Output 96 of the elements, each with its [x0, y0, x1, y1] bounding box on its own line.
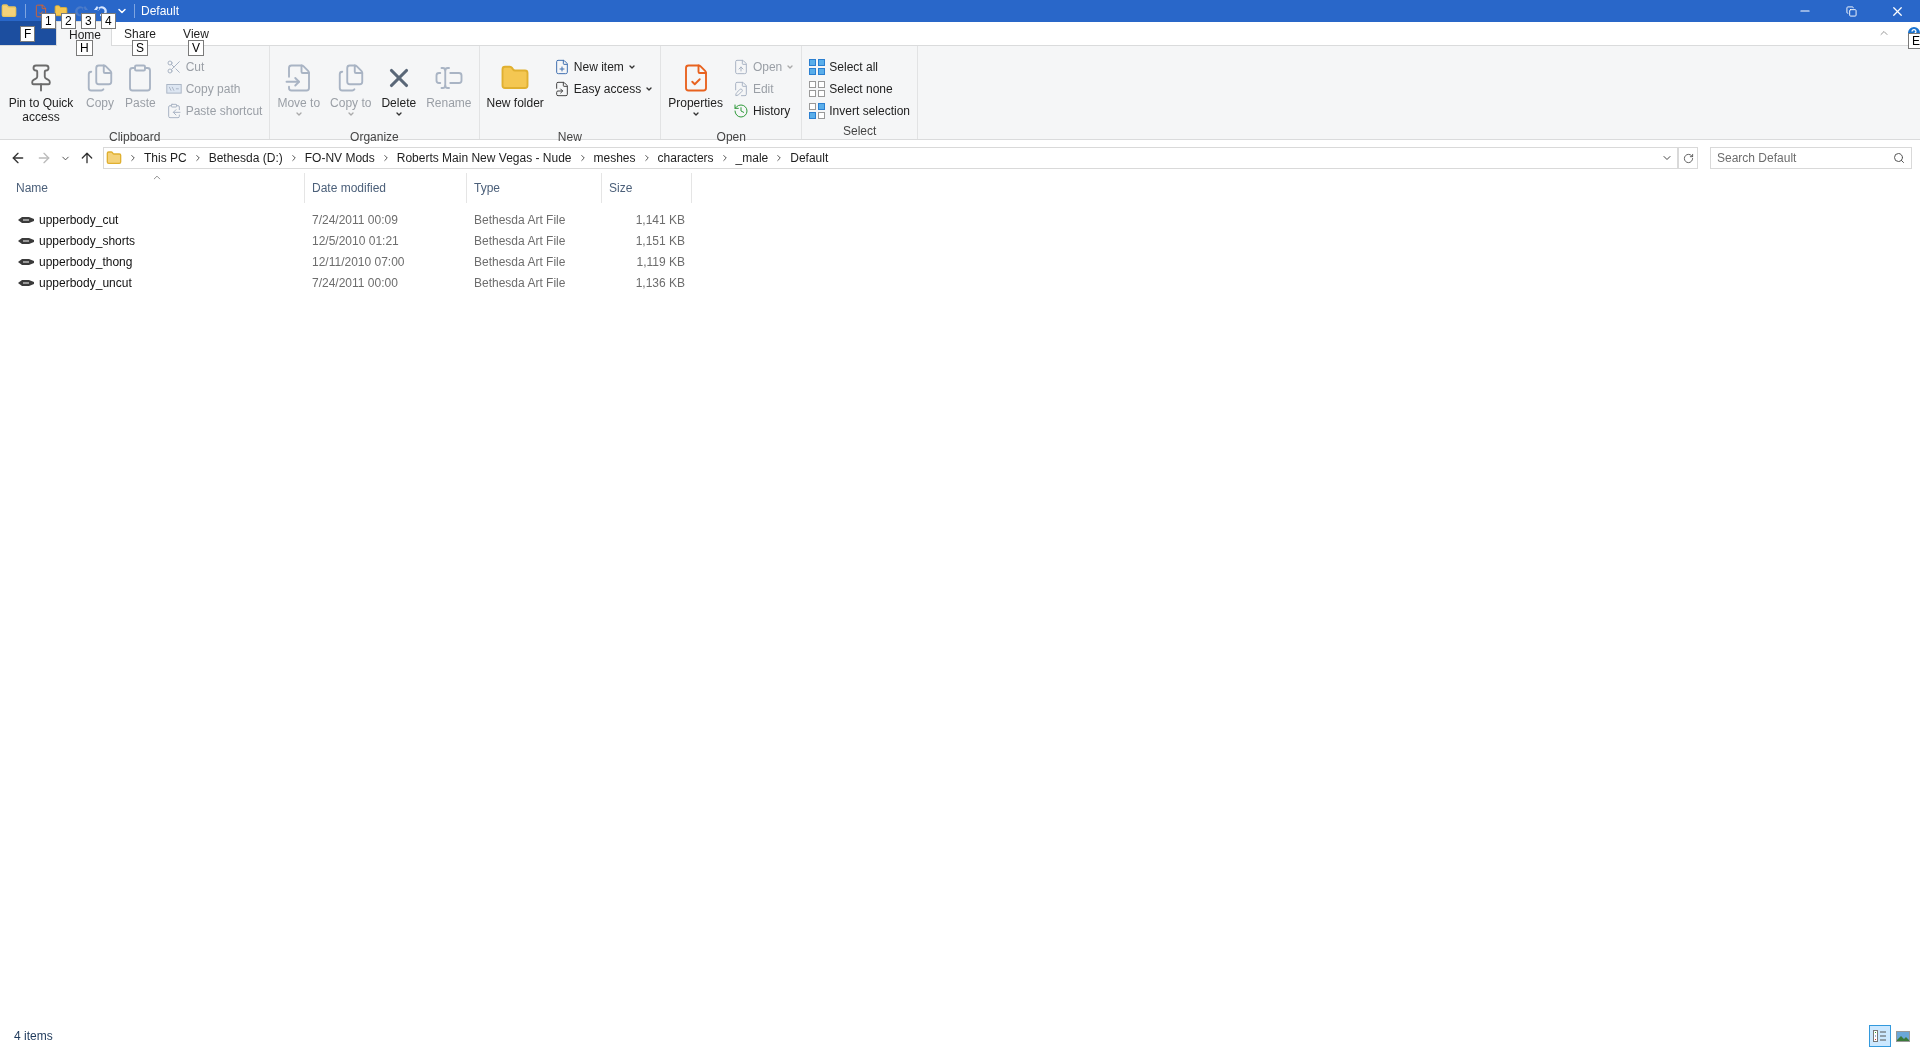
keytip-tooltip: H [76, 40, 93, 56]
half-grid-icon [809, 103, 826, 119]
refresh-icon [1682, 152, 1694, 164]
breadcrumb[interactable]: Bethesda (D:) [208, 149, 283, 167]
file-name[interactable]: upperbody_cut [39, 210, 119, 229]
ribbon-button[interactable]: History [730, 100, 797, 122]
group-label: Organize [349, 129, 400, 146]
documents-icon [85, 63, 115, 93]
column-header[interactable]: Name [9, 173, 305, 203]
breadcrumb[interactable]: Default [790, 149, 829, 167]
ribbon-button[interactable]: New folder [482, 56, 548, 128]
file-name[interactable]: upperbody_uncut [39, 273, 132, 292]
ribbon-button[interactable]: Select none [807, 78, 912, 100]
folder-icon [106, 150, 122, 166]
ribbon-button[interactable]: Pin to Quick access [3, 56, 79, 128]
table-cell: Bethesda Art File [474, 212, 566, 227]
caret-icon [294, 110, 303, 118]
table-cell: 7/24/2011 00:00 [312, 275, 398, 290]
file-name[interactable]: upperbody_thong [39, 252, 133, 271]
table-cell: Bethesda Art File [474, 254, 566, 269]
quick-access-button[interactable] [34, 4, 48, 18]
redo-icon [74, 4, 88, 18]
caret-icon [627, 63, 636, 71]
breadcrumb[interactable]: meshes [593, 149, 636, 167]
history-icon [732, 103, 749, 119]
file-icon [17, 235, 35, 246]
checked-document-icon [34, 4, 48, 18]
ribbon-button[interactable]: Invert selection [807, 100, 912, 122]
undo-icon [94, 4, 108, 18]
folder-icon [1, 3, 17, 19]
column-header[interactable]: Type [467, 173, 602, 203]
ribbon-button[interactable]: New item [551, 56, 656, 78]
clipboard-icon [165, 103, 182, 119]
item-count: 4 items [14, 1028, 53, 1045]
file-icon [17, 277, 35, 288]
keytip-tooltip: V [188, 40, 204, 56]
caret-icon [645, 85, 654, 93]
group-label: Open [715, 129, 747, 146]
search-icon [1893, 152, 1905, 164]
scissors-icon [165, 59, 182, 75]
caret-icon [786, 63, 795, 71]
breadcrumb[interactable]: _male [735, 149, 769, 167]
breadcrumb[interactable]: This PC [144, 149, 187, 167]
restore-icon [1845, 5, 1857, 17]
back-icon[interactable] [10, 150, 26, 166]
ribbon-button[interactable]: Select all [807, 56, 912, 78]
table-cell: Bethesda Art File [474, 233, 566, 248]
large-icons-view-icon [1896, 1030, 1910, 1042]
column-header[interactable]: Size [602, 173, 692, 203]
ribbon-button[interactable]: Delete [377, 56, 421, 128]
edit-icon [732, 81, 749, 97]
table-cell: 1,151 KB [635, 233, 685, 248]
group-label: Select [841, 123, 878, 140]
caret-icon [691, 110, 700, 118]
details-view-icon [1873, 1030, 1887, 1042]
up-icon[interactable] [79, 150, 95, 166]
new-document-icon [553, 59, 570, 75]
file-name[interactable]: upperbody_shorts [39, 231, 136, 250]
keytip-tooltip: 2 [61, 13, 76, 29]
file-icon [17, 214, 35, 225]
window-title: Default [141, 3, 180, 20]
chevron-icon [128, 153, 138, 163]
refresh-button[interactable] [1678, 147, 1698, 169]
grid-icon [809, 59, 826, 75]
keytip-tooltip: S [132, 40, 148, 56]
document-icon [732, 59, 749, 75]
table-cell: 12/5/2010 01:21 [312, 233, 399, 248]
keytip-tooltip: 1 [41, 13, 56, 29]
file-icon [17, 256, 35, 267]
caret-icon [394, 110, 403, 118]
table-cell: Bethesda Art File [474, 275, 566, 290]
table-cell: 12/11/2010 07:00 [312, 254, 405, 269]
table-cell: 1,141 KB [635, 212, 685, 227]
search-input[interactable]: Search Default [1717, 149, 1893, 167]
keytip-tooltip: E [1908, 33, 1920, 49]
keytip-tooltip: F [20, 26, 36, 42]
column-header[interactable]: Date modified [305, 173, 467, 203]
breadcrumb[interactable]: Roberts Main New Vegas - Nude [396, 149, 572, 167]
keytip-tooltip: 3 [81, 13, 96, 29]
table-cell: 7/24/2011 00:09 [312, 212, 398, 227]
ribbon-button[interactable]: Properties [664, 56, 727, 128]
ribbon-button[interactable]: Easy access [551, 78, 656, 100]
empty-grid-icon [809, 81, 826, 97]
table-cell: 1,119 KB [636, 254, 685, 269]
group-label: Clipboard [108, 129, 162, 146]
document-icon [553, 81, 570, 97]
search-field[interactable]: Search Default [1710, 147, 1912, 169]
table-cell: 1,136 KB [635, 275, 685, 290]
address-bar[interactable]: This PC Bethesda (D:) FO-NV Mods Roberts Main New Vegas - Nude meshes characters _male Default [103, 147, 1678, 169]
breadcrumb[interactable]: FO-NV Mods [304, 149, 375, 167]
details-view-button[interactable] [1869, 1025, 1891, 1047]
group-label: New [556, 129, 583, 146]
breadcrumb[interactable]: characters [657, 149, 714, 167]
caret-icon [346, 110, 355, 118]
keytip-tooltip: 4 [101, 13, 116, 29]
path-icon [165, 84, 182, 94]
